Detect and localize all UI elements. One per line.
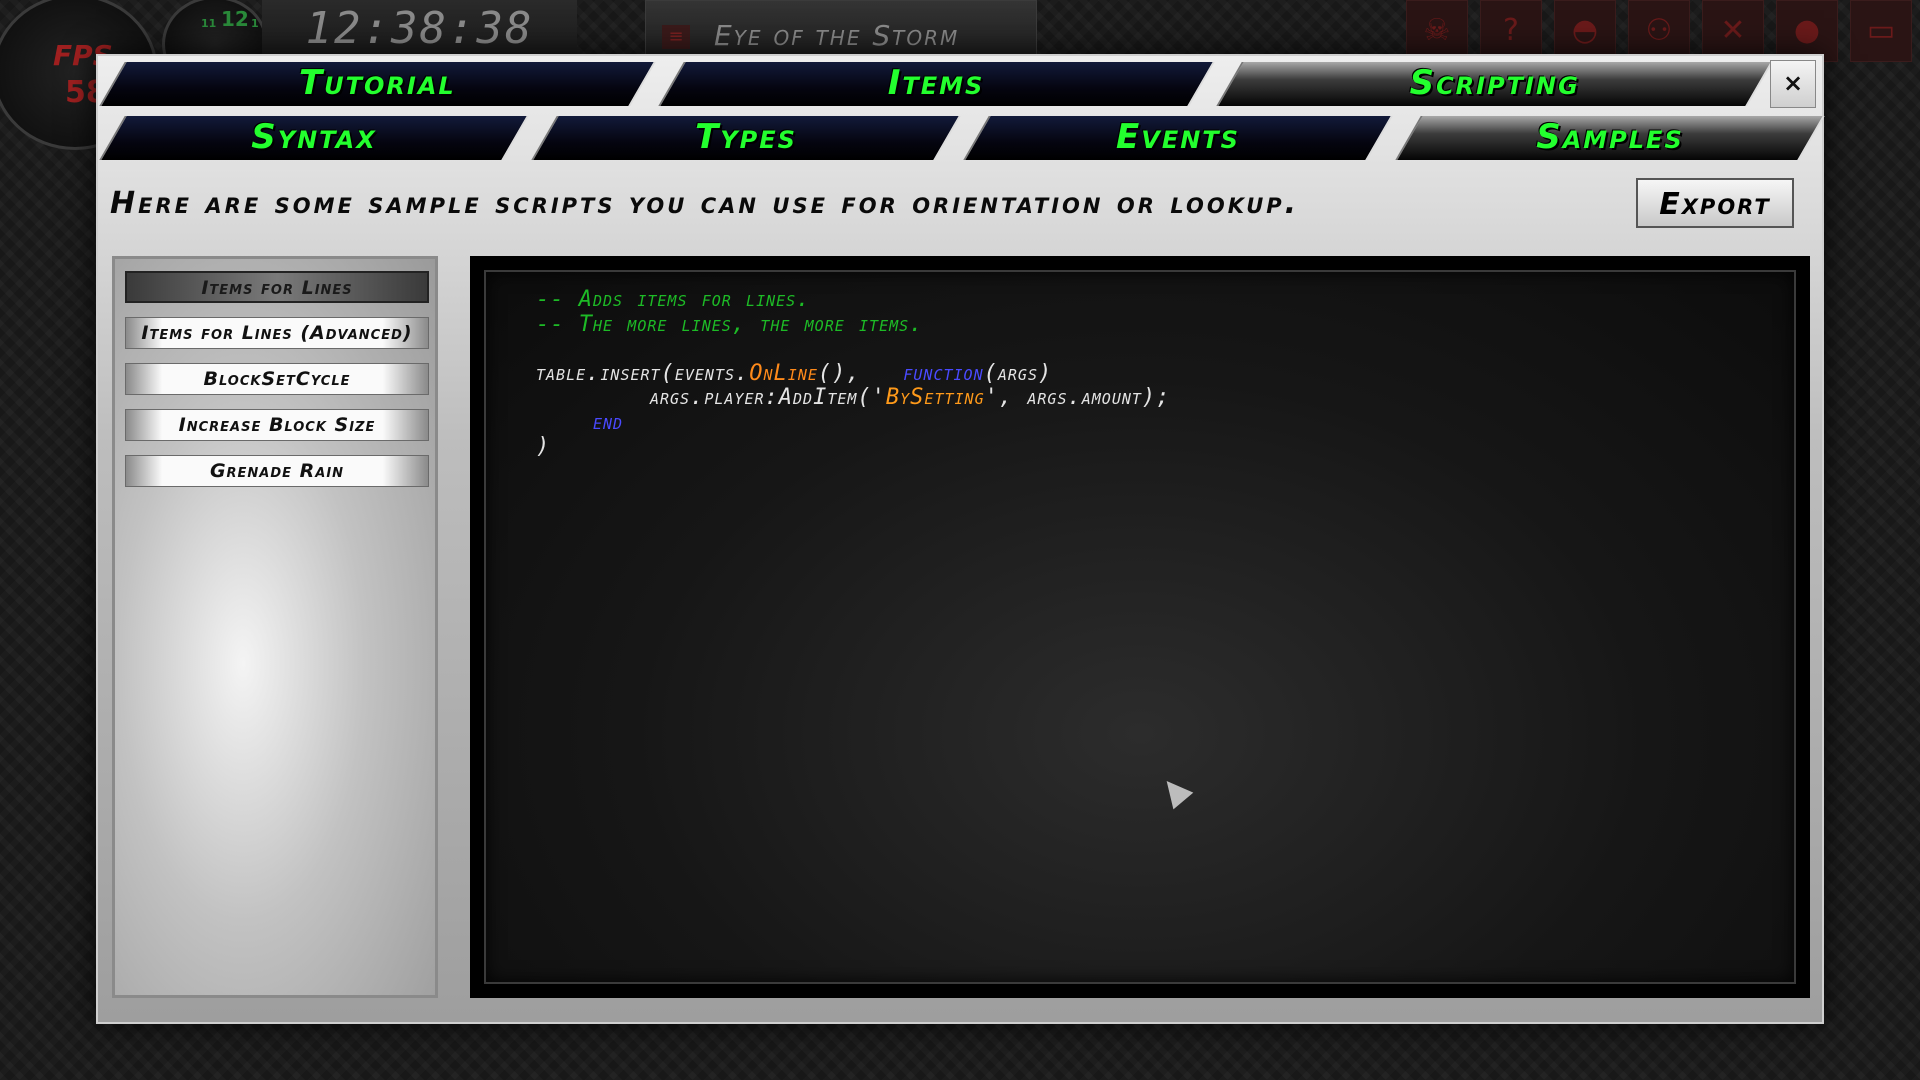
sub-tab-bar: Syntax Types Events Samples	[98, 110, 1826, 164]
tools-icon[interactable]: ✕	[1702, 0, 1764, 62]
map-title: Eye of the Storm	[714, 19, 960, 52]
sample-item-blocksetcycle[interactable]: BlockSetCycle	[125, 363, 429, 395]
map-title-bar: ≡ Eye of the Storm	[645, 0, 1037, 60]
scripting-window: Tutorial Items Scripting × Syntax Types …	[96, 54, 1826, 1024]
code-token: (),	[817, 360, 904, 386]
question-icon[interactable]: ?	[1480, 0, 1542, 62]
code-token: ', args.amount);	[984, 385, 1171, 410]
players-icon[interactable]: ⚇	[1628, 0, 1690, 62]
code-token: (args)	[983, 360, 1053, 386]
clock-number-1: 1	[251, 17, 259, 30]
monitor-icon[interactable]: ▭	[1850, 0, 1912, 62]
code-function-name: OnLine	[749, 360, 818, 386]
code-editor[interactable]: -- Adds items for lines. -- The more lin…	[484, 270, 1796, 984]
sample-item-items-for-lines-advanced[interactable]: Items for Lines (Advanced)	[125, 317, 429, 349]
code-comment: -- The more lines, the more items.	[536, 311, 924, 337]
sample-item-increase-block-size[interactable]: Increase Block Size	[125, 409, 429, 441]
code-string: BySetting	[885, 385, 985, 410]
tab-syntax[interactable]: Syntax	[98, 110, 530, 164]
clock-number-11: 11	[201, 17, 217, 30]
tab-scripting[interactable]: Scripting	[1215, 56, 1774, 110]
helmet-icon[interactable]: ◓	[1554, 0, 1616, 62]
sample-item-grenade-rain[interactable]: Grenade Rain	[125, 455, 429, 487]
tab-label: Items	[887, 63, 985, 103]
code-comment: -- Adds items for lines.	[536, 287, 811, 312]
menu-icon[interactable]: ≡	[662, 25, 690, 49]
tab-events[interactable]: Events	[962, 110, 1394, 164]
tab-label: Types	[695, 117, 797, 157]
clock-number-12: 12	[221, 7, 249, 31]
export-button[interactable]: Export	[1636, 178, 1794, 228]
code-token: table.insert(events.	[536, 360, 750, 386]
tab-label: Samples	[1536, 117, 1684, 157]
sample-list: Items for Lines Items for Lines (Advance…	[112, 256, 438, 998]
time-display: 12:38:38	[262, 0, 577, 58]
code-panel: -- Adds items for lines. -- The more lin…	[470, 256, 1810, 998]
skull-icon[interactable]: ☠	[1406, 0, 1468, 62]
tab-label: Scripting	[1409, 63, 1580, 103]
tab-label: Syntax	[251, 117, 377, 157]
main-tab-bar: Tutorial Items Scripting	[98, 56, 1774, 110]
samples-description: Here are some sample scripts you can use…	[110, 186, 1300, 221]
hud-icon-bar: ☠ ? ◓ ⚇ ✕ ● ▭	[1406, 0, 1920, 62]
code-keyword: end	[592, 409, 624, 435]
code-keyword: function	[903, 360, 984, 386]
close-button[interactable]: ×	[1770, 60, 1816, 108]
sample-item-items-for-lines[interactable]: Items for Lines	[125, 271, 429, 303]
tab-label: Tutorial	[298, 63, 456, 103]
code-token: args.player:AddItem('	[649, 385, 886, 410]
code-token: )	[536, 434, 551, 459]
user-icon[interactable]: ●	[1776, 0, 1838, 62]
tab-label: Events	[1116, 117, 1240, 157]
code-text: -- Adds items for lines. -- The more lin…	[536, 287, 1171, 460]
tab-samples[interactable]: Samples	[1394, 110, 1826, 164]
tab-types[interactable]: Types	[530, 110, 962, 164]
tab-tutorial[interactable]: Tutorial	[98, 56, 657, 110]
tab-items[interactable]: Items	[657, 56, 1216, 110]
